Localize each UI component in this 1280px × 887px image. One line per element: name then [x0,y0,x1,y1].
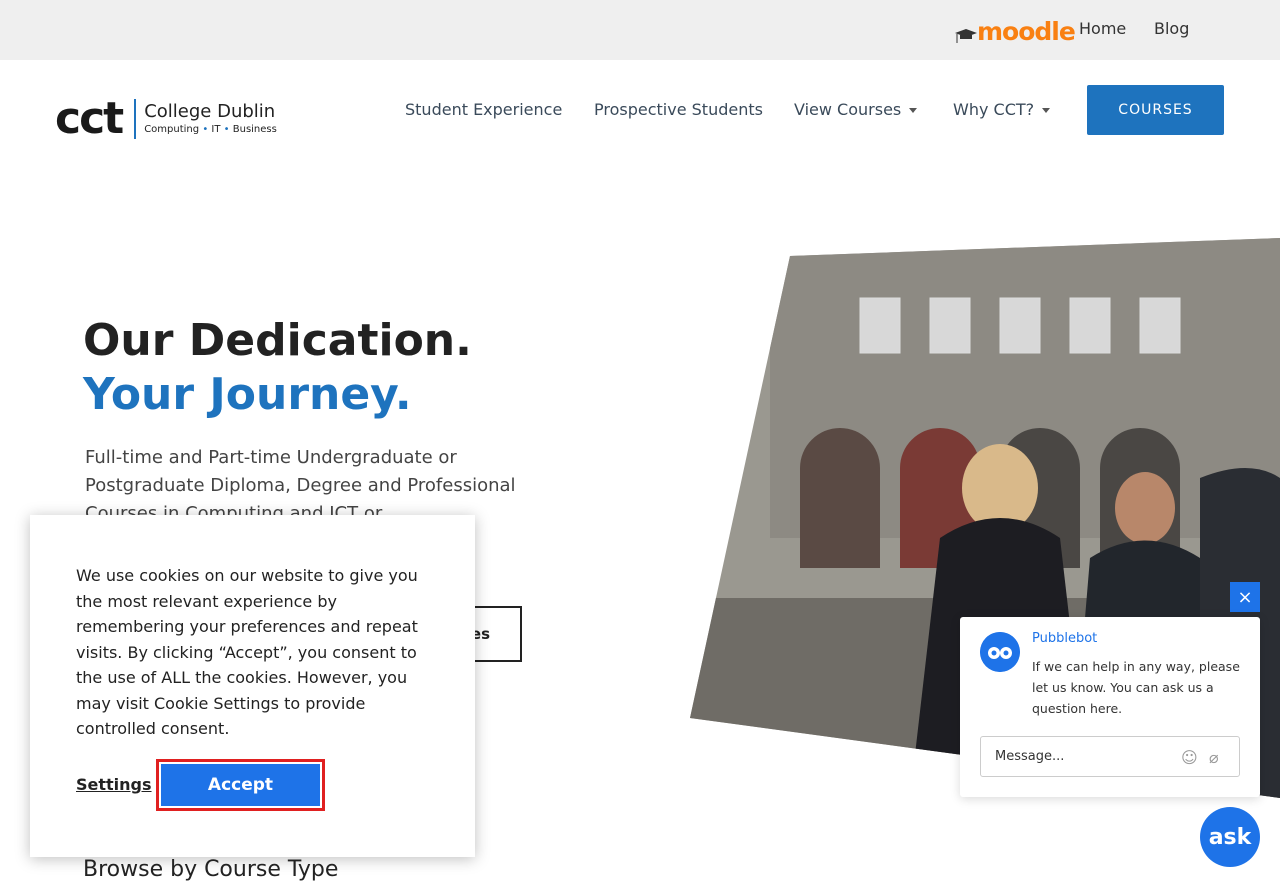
nav-student-experience[interactable]: Student Experience [405,100,562,119]
ask-label: ask [1208,824,1252,850]
chevron-down-icon [1042,108,1051,113]
nav-view-courses[interactable]: View Courses [794,100,918,119]
bot-avatar-icon [980,632,1020,672]
logo-divider [134,99,137,139]
chat-message-input[interactable]: Message... ☺ ⌀ [980,736,1240,777]
moodle-link[interactable]: moodle [955,16,1076,46]
chat-widget: Pubblebot If we can help in any way, ple… [960,617,1260,797]
nav-prospective-students[interactable]: Prospective Students [594,100,763,119]
chat-bot-name: Pubblebot [1032,631,1098,646]
cookie-settings-button[interactable]: Settings [76,775,152,794]
chat-close-button[interactable]: × [1230,582,1260,612]
cookie-accept-button[interactable]: Accept [161,764,320,806]
logo-mark: cct [55,93,124,144]
nav-why-cct[interactable]: Why CCT? [953,100,1051,119]
emoji-icon[interactable]: ☺ [1181,748,1198,767]
nav-label: Student Experience [405,100,563,119]
hero-title-line2: Your Journey. [83,369,412,420]
nav-label: Why CCT? [953,100,1035,119]
logo-tagline: Computing • IT • Business [144,124,277,135]
chat-input-placeholder: Message... [995,749,1065,764]
chevron-down-icon [909,108,918,113]
cookie-consent-banner: We use cookies on our website to give yo… [30,515,475,857]
top-link-home[interactable]: Home [1079,19,1126,38]
ask-chat-button[interactable]: ask [1200,807,1260,867]
moodle-logo-text: moodle [977,17,1076,46]
browse-heading: Browse by Course Type [83,857,339,882]
chat-message: If we can help in any way, please let us… [1032,659,1240,716]
nav-label: View Courses [794,100,902,119]
courses-button[interactable]: COURSES [1087,85,1224,135]
cookie-accept-highlight: Accept [156,759,325,811]
close-icon: × [1237,586,1253,608]
cookie-message: We use cookies on our website to give yo… [76,566,418,738]
nav-label: Prospective Students [594,100,763,119]
graduation-cap-icon [955,29,977,43]
logo-name: College Dublin [144,101,276,122]
top-link-blog[interactable]: Blog [1154,19,1189,38]
cct-logo[interactable]: cct College Dublin Computing • IT • Busi… [55,97,277,141]
hero-title-line1: Our Dedication. [83,315,472,366]
attachment-icon[interactable]: ⌀ [1209,748,1219,767]
